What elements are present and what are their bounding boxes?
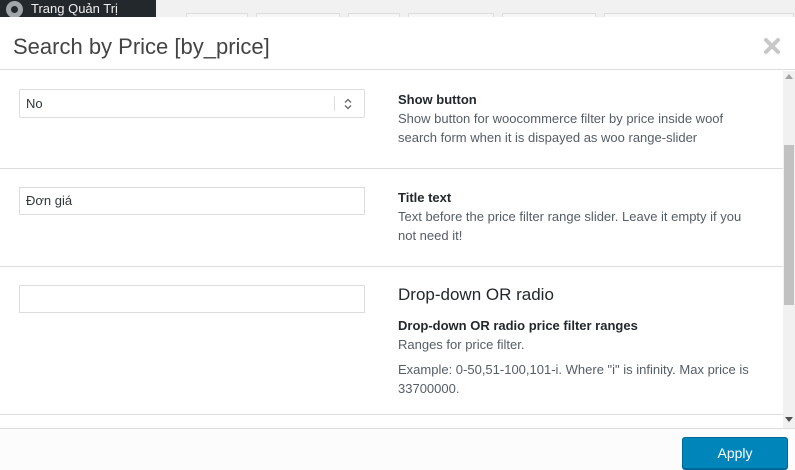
- option-row-title-text: Đơn giá Title text Text before the price…: [0, 169, 783, 267]
- modal-footer: Apply: [0, 428, 795, 470]
- scroll-up-arrow-icon[interactable]: [785, 74, 793, 79]
- ranges-help-text: Ranges for price filter.: [398, 337, 525, 352]
- wordpress-logo-icon[interactable]: [6, 1, 23, 17]
- scroll-down-arrow-icon[interactable]: [785, 417, 793, 422]
- select-divider: [334, 96, 335, 111]
- modal-title: Search by Price [by_price]: [13, 34, 270, 59]
- ranges-example-text: Example: 0-50,51-100,101-i. Where "i" is…: [398, 362, 749, 396]
- admin-bar: Trang Quản Trị: [0, 0, 156, 17]
- price-filter-modal: Search by Price [by_price] No Show butto…: [0, 17, 795, 470]
- title-text-description: Title text Text before the price filter …: [398, 188, 758, 245]
- show-button-select[interactable]: No: [19, 89, 365, 118]
- option-row-ranges: Drop-down OR radio Drop-down OR radio pr…: [0, 267, 783, 415]
- close-icon[interactable]: [762, 36, 782, 56]
- admin-bar-site-name[interactable]: Trang Quản Trị: [31, 1, 118, 16]
- ranges-heading: Drop-down OR radio: [398, 285, 554, 304]
- show-button-select-value: No: [26, 96, 43, 111]
- modal-scrollbar[interactable]: [783, 71, 795, 428]
- title-text-help-text: Text before the price filter range slide…: [398, 209, 742, 243]
- show-button-title: Show button: [398, 92, 477, 107]
- modal-body: No Show button Show button for woocommer…: [0, 71, 795, 428]
- option-row-show-button: No Show button Show button for woocommer…: [0, 71, 783, 169]
- apply-button[interactable]: Apply: [682, 437, 788, 469]
- scroll-thumb[interactable]: [784, 145, 794, 305]
- show-button-description: Show button Show button for woocommerce …: [398, 90, 758, 147]
- ranges-input[interactable]: [19, 285, 365, 313]
- ranges-title: Drop-down OR radio price filter ranges: [398, 318, 638, 333]
- ranges-description: Drop-down OR radio Drop-down OR radio pr…: [398, 284, 758, 398]
- modal-header: Search by Price [by_price]: [0, 17, 795, 70]
- select-arrows-icon: [344, 98, 352, 110]
- show-button-help-text: Show button for woocommerce filter by pr…: [398, 111, 724, 145]
- title-text-input[interactable]: Đơn giá: [19, 187, 365, 215]
- background-page-strip: Trang Quản Trị: [0, 0, 795, 17]
- title-text-title: Title text: [398, 190, 452, 205]
